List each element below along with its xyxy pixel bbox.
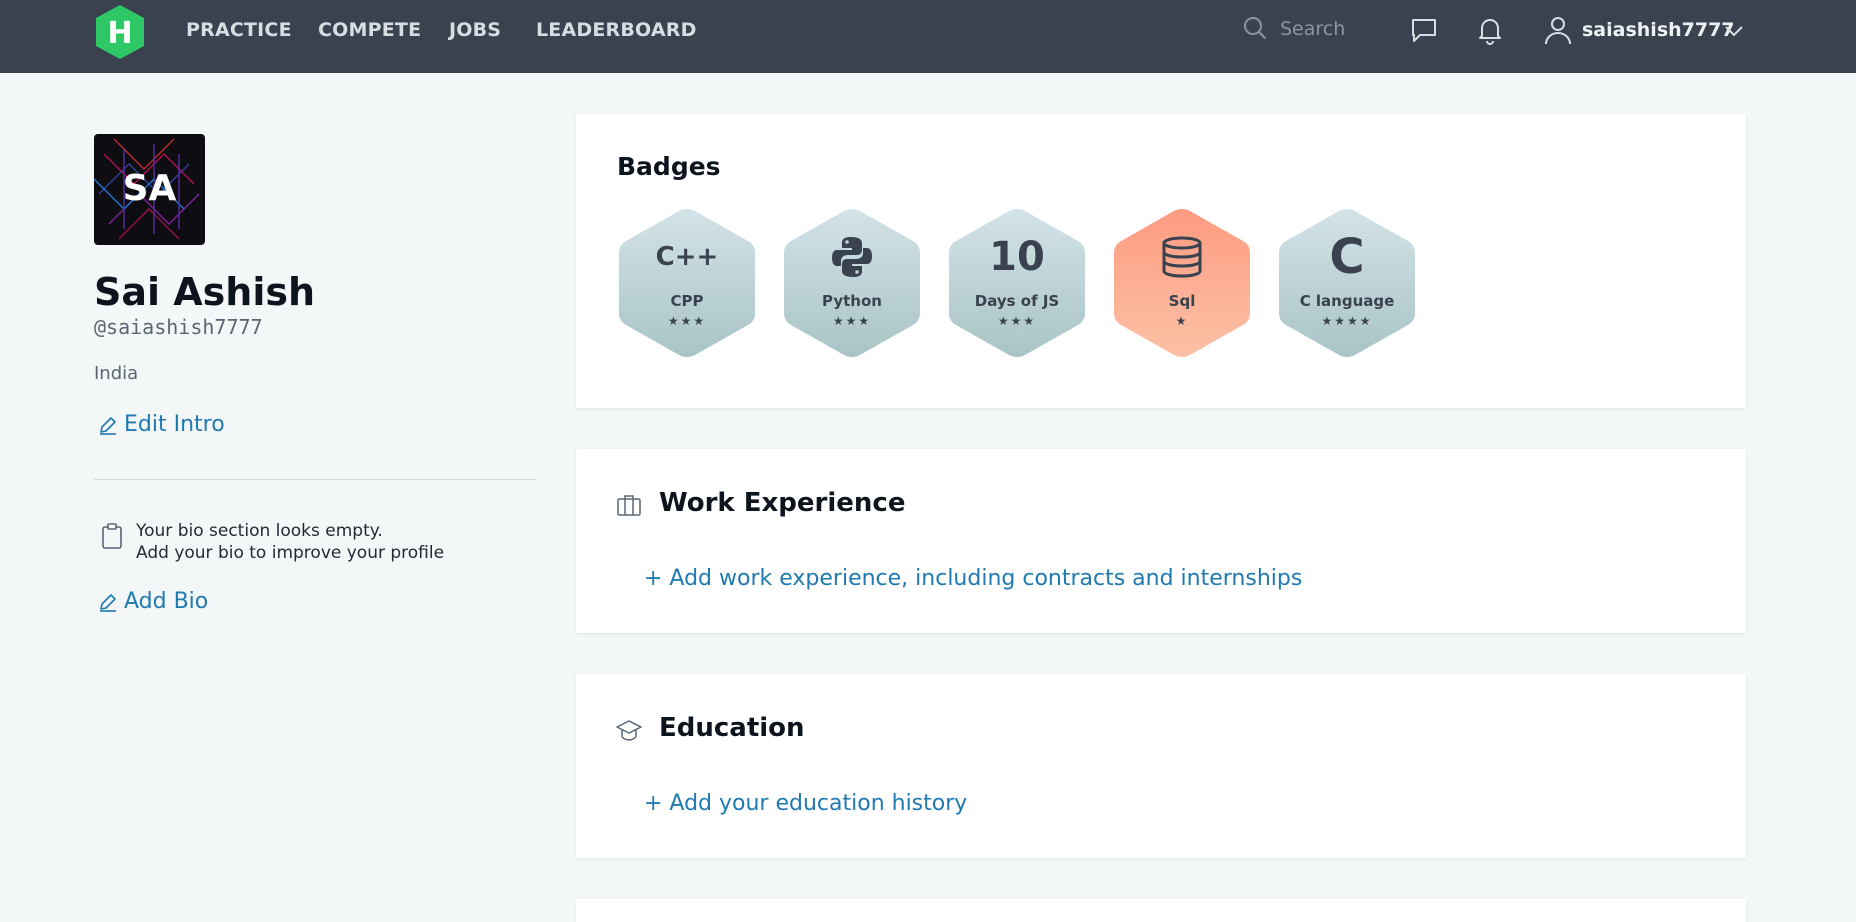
bio-empty-line-1: Your bio section looks empty. — [136, 521, 383, 541]
hackerrank-logo[interactable]: H — [94, 4, 146, 60]
work-experience-card: Work Experience + Add work experience, i… — [576, 449, 1746, 633]
badge-stars: ★★★ — [997, 314, 1037, 328]
badge-stars: ★★★★ — [1321, 314, 1373, 328]
badges-title: Badges — [617, 152, 721, 181]
profile-name: Sai Ashish — [94, 270, 316, 314]
badge-label: Python — [822, 292, 882, 310]
badge-label: CPP — [670, 292, 704, 310]
avatar-initials: SA — [122, 168, 177, 209]
badge-sql[interactable]: Sql ★ — [1112, 208, 1252, 358]
chevron-down-icon[interactable] — [1722, 20, 1746, 42]
nav-link-compete[interactable]: COMPETE — [318, 19, 421, 41]
hexagon-shape — [949, 209, 1085, 357]
pencil-icon — [100, 416, 116, 435]
add-education-link[interactable]: + Add your education history — [644, 791, 967, 816]
badge-python[interactable]: Python ★★★ — [782, 208, 922, 358]
hexagon-shape — [784, 209, 920, 357]
c-glyph: C — [1329, 229, 1365, 285]
education-card: Education + Add your education history — [576, 674, 1746, 858]
hexagon-shape — [1114, 209, 1250, 357]
next-section-card — [576, 899, 1746, 922]
search-icon[interactable] — [1242, 15, 1268, 41]
top-navbar: H PRACTICE COMPETE JOBS LEADERBOARD Sear… — [0, 0, 1856, 73]
pencil-icon — [100, 593, 116, 612]
clipboard-icon — [102, 523, 122, 549]
search-input[interactable]: Search — [1280, 18, 1345, 40]
badge-stars: ★ — [1175, 314, 1189, 328]
graduation-cap-icon — [616, 720, 642, 741]
add-bio-link[interactable]: Add Bio — [98, 589, 208, 614]
database-icon — [1112, 232, 1252, 282]
education-title: Education — [659, 713, 805, 743]
badge-label: C language — [1299, 292, 1395, 310]
badge-c-language[interactable]: C C language ★★★★ — [1277, 208, 1417, 358]
python-icon — [782, 232, 922, 282]
add-bio-label: Add Bio — [124, 589, 209, 614]
edit-intro-label: Edit Intro — [124, 412, 225, 437]
ten-glyph: 10 — [989, 234, 1045, 280]
user-icon[interactable] — [1542, 14, 1574, 46]
badge-stars: ★★★ — [667, 314, 707, 328]
work-experience-title: Work Experience — [659, 488, 906, 518]
bell-icon[interactable] — [1474, 14, 1506, 46]
nav-link-leaderboard[interactable]: LEADERBOARD — [536, 19, 697, 41]
bio-empty-line-2: Add your bio to improve your profile — [136, 543, 445, 563]
sidebar-divider — [94, 479, 536, 480]
edit-intro-link[interactable]: Edit Intro — [98, 412, 225, 437]
add-work-experience-link[interactable]: + Add work experience, including contrac… — [644, 566, 1302, 591]
badge-label: Sql — [1168, 292, 1196, 310]
profile-country: India — [94, 363, 139, 384]
badge-stars: ★★★ — [832, 314, 872, 328]
hexagon-shape — [619, 209, 755, 357]
bio-empty-message: Your bio section looks empty. Add your b… — [136, 520, 444, 564]
svg-text:H: H — [107, 16, 132, 51]
nav-link-practice[interactable]: PRACTICE — [186, 19, 292, 41]
avatar[interactable]: SA — [94, 134, 205, 245]
badge-days-of-js[interactable]: 10 Days of JS ★★★ — [947, 208, 1087, 358]
nav-link-jobs[interactable]: JOBS — [449, 19, 501, 41]
username-menu[interactable]: saiashish7777 — [1582, 19, 1735, 41]
badge-label: Days of JS — [974, 292, 1060, 310]
briefcase-icon — [617, 495, 641, 516]
badge-cpp[interactable]: C++ CPP ★★★ — [617, 208, 757, 358]
cpp-glyph: C++ — [655, 242, 719, 272]
profile-handle: @saiashish7777 — [94, 315, 263, 339]
message-icon[interactable] — [1408, 14, 1440, 46]
